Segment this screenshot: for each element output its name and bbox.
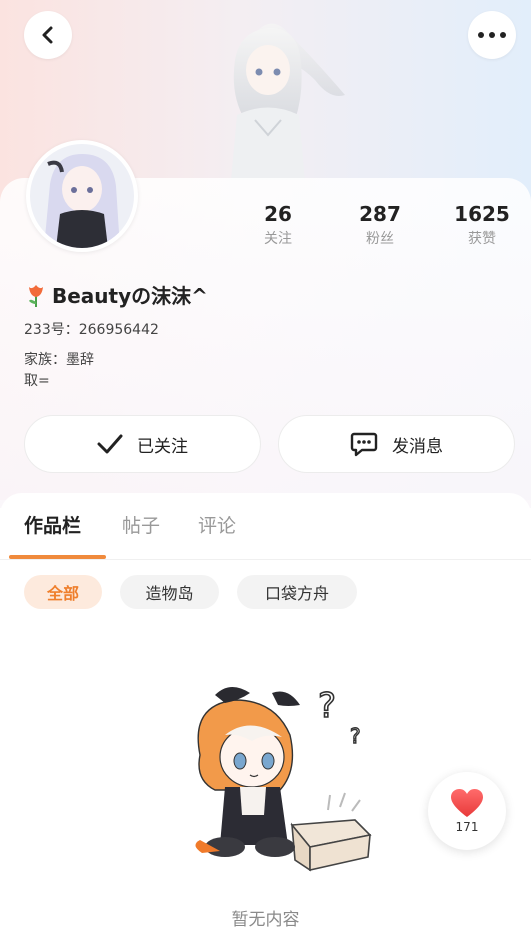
message-button[interactable]: 发消息: [278, 415, 515, 473]
avatar-image: [30, 144, 134, 248]
following-label: 关注: [264, 231, 292, 247]
more-button[interactable]: [468, 11, 516, 59]
user-id: 233号：266956442: [24, 322, 159, 338]
chip-creation-island[interactable]: 造物岛: [120, 575, 219, 609]
tab-works[interactable]: 作品栏: [24, 514, 81, 538]
empty-state-text: 暂无内容: [231, 910, 300, 930]
likes-label: 获赞: [468, 231, 496, 247]
avatar[interactable]: [26, 140, 138, 252]
message-button-label: 发消息: [392, 436, 443, 457]
empty-state-illustration: ? ?: [195, 685, 372, 872]
stat-following[interactable]: 26 关注: [238, 200, 318, 250]
back-button[interactable]: [24, 11, 72, 59]
tab-posts[interactable]: 帖子: [122, 514, 160, 538]
likes-count: 1625: [454, 202, 510, 226]
follow-button-label: 已关注: [137, 436, 188, 457]
chip-all[interactable]: 全部: [24, 575, 102, 609]
stat-followers[interactable]: 287 粉丝: [340, 200, 420, 250]
followers-label: 粉丝: [366, 231, 394, 247]
bio-text: 取=: [24, 373, 50, 389]
nickname-text: Beautyの沫沫^: [52, 284, 208, 308]
banner-character-image: [231, 23, 345, 180]
check-icon: [97, 434, 123, 454]
followers-count: 287: [359, 202, 401, 226]
following-count: 26: [264, 202, 292, 226]
svg-text:?: ?: [350, 724, 361, 748]
tulip-icon: [29, 284, 43, 307]
tab-comments[interactable]: 评论: [198, 514, 236, 538]
follow-button[interactable]: 已关注: [24, 415, 261, 473]
chevron-left-icon: [42, 26, 53, 44]
chat-bubble-icon: [350, 432, 378, 457]
ellipsis-icon: [478, 32, 506, 38]
family-info: 家族：墨辞: [24, 352, 94, 368]
svg-text:?: ?: [318, 686, 336, 726]
heart-icon: [451, 789, 483, 817]
chip-pocket-ark[interactable]: 口袋方舟: [237, 575, 357, 609]
stat-likes[interactable]: 1625 获赞: [442, 200, 522, 250]
like-count: 171: [455, 820, 479, 834]
nickname: Beautyの沫沫^: [24, 280, 208, 309]
like-button[interactable]: 171: [428, 772, 506, 850]
tab-divider: [0, 559, 531, 560]
